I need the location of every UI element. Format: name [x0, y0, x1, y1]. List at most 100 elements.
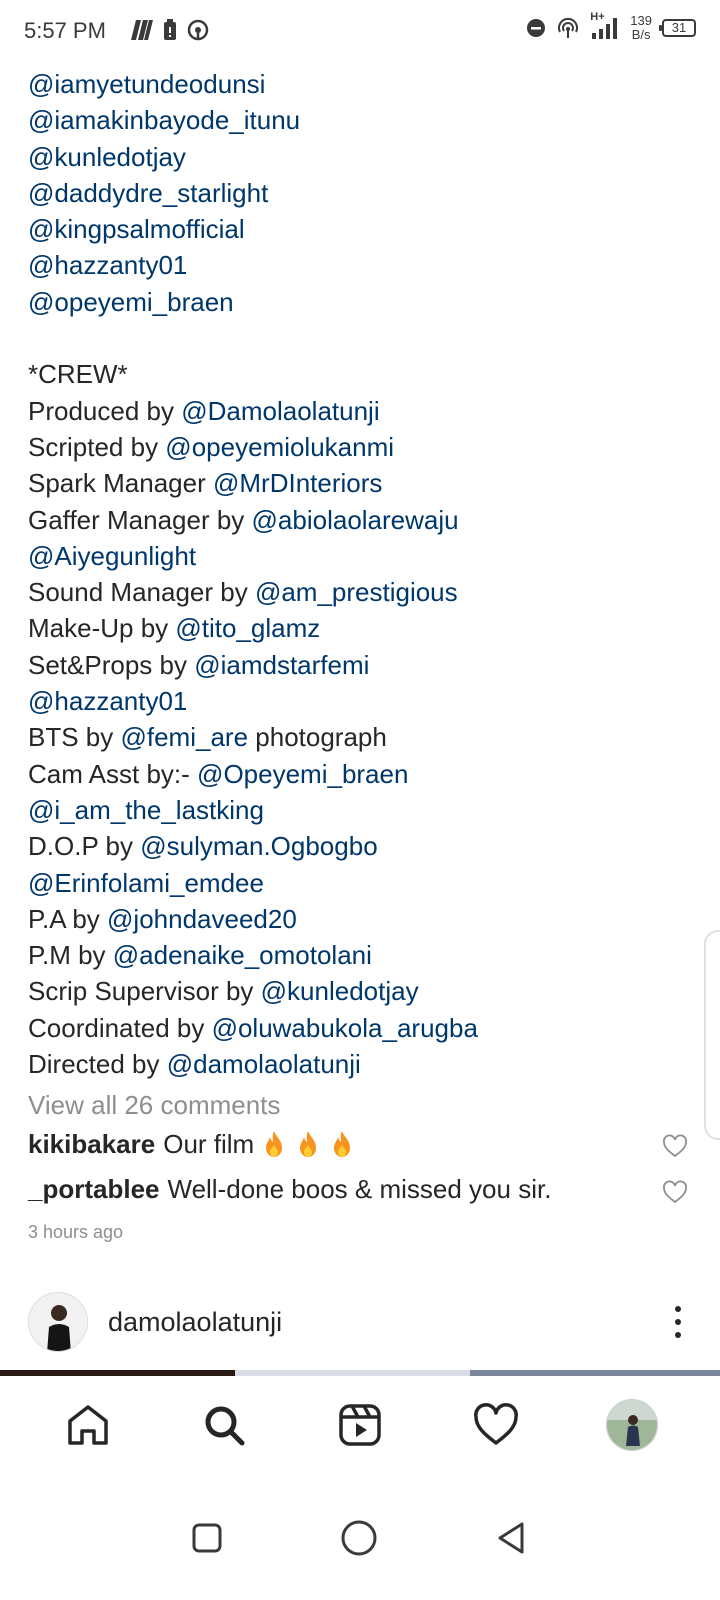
caption-line: P.A by @johndaveed20	[28, 901, 688, 937]
fire-emoji-icon	[254, 1128, 288, 1161]
system-navigation-bar	[0, 1480, 720, 1600]
mention-link[interactable]: @iamdstarfemi	[194, 650, 369, 680]
caption-line: BTS by @femi_are photograph	[28, 719, 688, 755]
caption-line: @hazzanty01	[28, 683, 688, 719]
caption-text: BTS by	[28, 722, 121, 753]
caption-line: Coordinated by @oluwabukola_arugba	[28, 1010, 688, 1046]
image-segment	[235, 1370, 470, 1376]
caption-text: P.A by	[28, 903, 108, 934]
mention-link[interactable]: @hazzanty01	[28, 686, 187, 716]
caption-line: Scripted by @opeyemiolukanmi	[28, 429, 688, 465]
caption-text: *CREW*	[28, 359, 128, 390]
mention-link[interactable]: @damolaolatunji	[167, 1049, 361, 1079]
image-segment	[470, 1370, 720, 1376]
mention-link[interactable]: @femi_are	[120, 722, 248, 752]
mention-link[interactable]: @Opeyemi_braen	[197, 759, 408, 789]
mention-link[interactable]: @abiolaolarewaju	[252, 505, 459, 535]
caption-line: D.O.P by @sulyman.Ogbogbo	[28, 828, 688, 864]
status-notification-icons	[128, 18, 210, 42]
activity-heart-icon[interactable]	[466, 1395, 526, 1455]
mention-link[interactable]: @Damolaolatunji	[181, 396, 379, 426]
network-speed-unit: B/s	[631, 27, 651, 42]
home-circle-icon[interactable]	[339, 1518, 379, 1563]
caption-text: D.O.P by	[28, 831, 141, 862]
status-bar: 5:57 PM H+ 139 B/s 31	[0, 0, 720, 64]
like-comment-heart-icon[interactable]	[662, 1180, 688, 1211]
comment-row: _portablee Well-done boos & missed you s…	[28, 1174, 688, 1205]
caption-line: @kingpsalmofficial	[28, 211, 688, 247]
caption-line: @iamyetundeodunsi	[28, 66, 688, 102]
caption-text: photograph	[248, 722, 387, 753]
caption-text: Make-Up by	[28, 613, 176, 644]
comment-username[interactable]: _portablee	[28, 1174, 160, 1205]
image-segment	[0, 1370, 235, 1376]
status-time: 5:57 PM	[24, 18, 106, 43]
mention-link[interactable]: @tito_glamz	[175, 613, 320, 643]
like-comment-heart-icon[interactable]	[662, 1134, 688, 1165]
caption-text: P.M by	[28, 940, 113, 971]
post-username[interactable]: damolaolatunji	[108, 1307, 282, 1338]
caption-text: Spark Manager	[28, 468, 213, 499]
more-options-icon[interactable]	[668, 1302, 688, 1342]
caption-line: @Erinfolami_emdee	[28, 865, 688, 901]
battery-indicator: 31	[659, 19, 696, 37]
mention-link[interactable]: @Aiyegunlight	[28, 541, 196, 571]
search-icon[interactable]	[194, 1395, 254, 1455]
caption-line: Cam Asst by:- @Opeyemi_braen	[28, 756, 688, 792]
caption-line: @hazzanty01	[28, 247, 688, 283]
mention-link[interactable]: @kingpsalmofficial	[28, 214, 245, 244]
mention-link[interactable]: @am_prestigious	[255, 577, 458, 607]
hotspot-icon	[187, 19, 209, 41]
caption-line: @daddydre_starlight	[28, 175, 688, 211]
caption-line: @i_am_the_lastking	[28, 792, 688, 828]
netflix-n-icon	[131, 20, 153, 40]
mention-link[interactable]: @kunledotjay	[261, 976, 419, 1006]
home-icon[interactable]	[58, 1395, 118, 1455]
post-header: damolaolatunji	[28, 1290, 688, 1354]
caption-text: Set&Props by	[28, 649, 195, 680]
view-all-comments-link[interactable]: View all 26 comments	[28, 1090, 280, 1121]
back-triangle-icon[interactable]	[494, 1520, 530, 1561]
caption-line: Produced by @Damolaolatunji	[28, 393, 688, 429]
side-edge-panel-handle[interactable]	[704, 930, 720, 1140]
reels-icon[interactable]	[330, 1395, 390, 1455]
comment-username[interactable]: kikibakare	[28, 1129, 155, 1160]
caption-line: Scrip Supervisor by @kunledotjay	[28, 973, 688, 1009]
caption-text: Gaffer Manager by	[28, 504, 252, 535]
mention-link[interactable]: @opeyemi_braen	[28, 287, 234, 317]
caption-line: P.M by @adenaike_omotolani	[28, 937, 688, 973]
mention-link[interactable]: @iamyetundeodunsi	[28, 69, 265, 99]
caption-line: Spark Manager @MrDInteriors	[28, 465, 688, 501]
mention-link[interactable]: @sulyman.Ogbogbo	[140, 831, 377, 861]
avatar[interactable]	[28, 1292, 88, 1352]
caption-line: @iamakinbayode_itunu	[28, 102, 688, 138]
mention-link[interactable]: @Erinfolami_emdee	[28, 868, 264, 898]
fire-emoji-icon	[322, 1128, 356, 1161]
mention-link[interactable]: @daddydre_starlight	[28, 178, 268, 208]
mention-link[interactable]: @i_am_the_lastking	[28, 795, 264, 825]
mention-link[interactable]: @hazzanty01	[28, 250, 187, 280]
caption-line: Directed by @damolaolatunji	[28, 1046, 688, 1082]
recents-square-icon[interactable]	[190, 1521, 224, 1560]
status-right-icons: H+ 139 B/s 31	[526, 11, 696, 42]
mention-link[interactable]: @MrDInteriors	[213, 468, 382, 498]
fire-emoji-icon	[288, 1128, 322, 1161]
mention-link[interactable]: @iamakinbayode_itunu	[28, 105, 300, 135]
mention-link[interactable]: @opeyemiolukanmi	[165, 432, 394, 462]
caption-line: @opeyemi_braen	[28, 284, 688, 320]
caption-line: Make-Up by @tito_glamz	[28, 610, 688, 646]
caption-text: Sound Manager by	[28, 577, 255, 608]
mention-link[interactable]: @johndaveed20	[107, 904, 297, 934]
comment-row: kikibakare Our film	[28, 1128, 688, 1161]
mention-link[interactable]: @adenaike_omotolani	[113, 940, 372, 970]
network-speed-value: 139	[630, 13, 652, 28]
post-caption: @iamyetundeodunsi @iamakinbayode_itunu @ku…	[28, 66, 688, 1082]
mention-link[interactable]: @oluwabukola_arugba	[212, 1013, 478, 1043]
caption-line: @Aiyegunlight	[28, 538, 688, 574]
mention-link[interactable]: @kunledotjay	[28, 142, 186, 172]
caption-text: Cam Asst by:-	[28, 758, 198, 789]
hotspot-signal-icon	[558, 17, 579, 38]
profile-avatar[interactable]	[602, 1395, 662, 1455]
caption-line: Sound Manager by @am_prestigious	[28, 574, 688, 610]
